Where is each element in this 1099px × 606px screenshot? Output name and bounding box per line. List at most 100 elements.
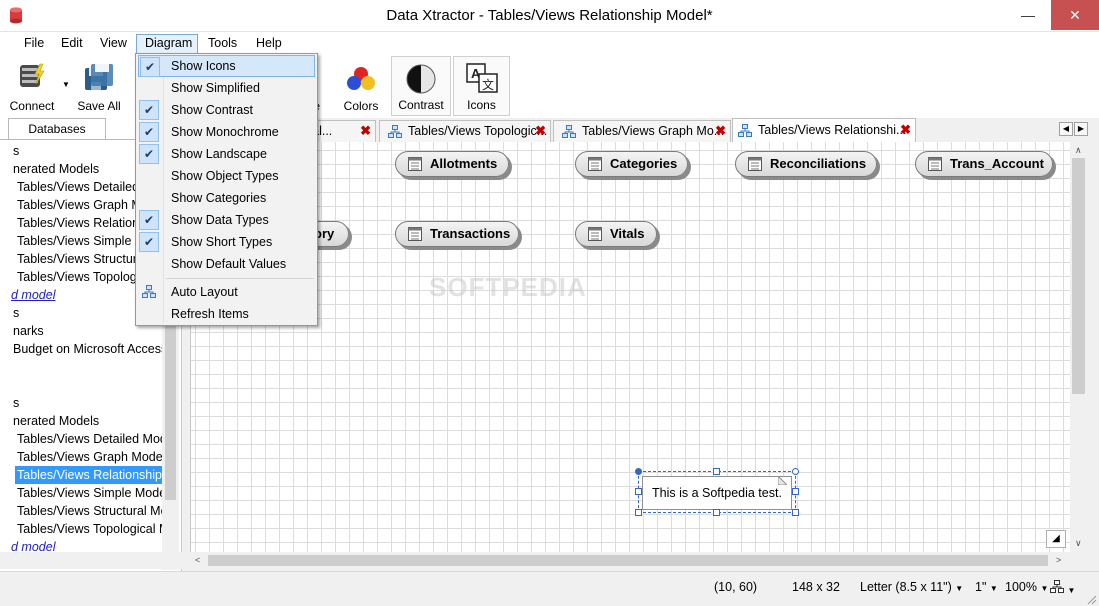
- tree-item[interactable]: Tables/Views Topolog: [0, 268, 137, 286]
- menu-item-label: Show Monochrome: [171, 125, 279, 139]
- entity-reconciliations[interactable]: Reconciliations: [735, 151, 877, 177]
- overview-toggle-icon[interactable]: ◢: [1046, 530, 1066, 548]
- menu-view[interactable]: View: [92, 34, 135, 54]
- menu-help[interactable]: Help: [248, 34, 290, 54]
- save-all-button[interactable]: Save All: [72, 56, 126, 116]
- tree-item[interactable]: [0, 376, 13, 394]
- databases-tab[interactable]: Databases: [8, 118, 106, 140]
- note-anchor-handle[interactable]: [635, 468, 642, 475]
- menu-tools[interactable]: Tools: [200, 34, 245, 54]
- close-tab-icon[interactable]: ✖: [715, 121, 726, 141]
- connect-dropdown-arrow-icon[interactable]: ▼: [62, 80, 70, 89]
- tab-topological[interactable]: Tables/Views Topologic... ✖: [379, 120, 551, 142]
- entity-vitals[interactable]: Vitals: [575, 221, 657, 247]
- canvas-hscroll-thumb[interactable]: [208, 555, 1048, 566]
- menu-item-show-categories[interactable]: Show Categories: [138, 187, 315, 209]
- tree-item[interactable]: Tables/Views Relationship M: [15, 466, 162, 484]
- entity-allotments[interactable]: Allotments: [395, 151, 509, 177]
- tab-graph[interactable]: Tables/Views Graph Mo... ✖: [553, 120, 731, 142]
- connect-button[interactable]: ▼ Connect: [6, 56, 70, 116]
- tree-item[interactable]: Tables/Views Simple Model: [0, 484, 162, 502]
- resize-handle[interactable]: [635, 488, 642, 495]
- tab-label: Tables/Views Graph Mo...: [582, 124, 725, 138]
- menu-item-show-simplified[interactable]: Show Simplified: [138, 77, 315, 99]
- zoom-value: 100%: [1005, 580, 1037, 594]
- tree-item[interactable]: Tables/Views Structura: [0, 250, 144, 268]
- menu-item-auto-layout[interactable]: Auto Layout: [138, 281, 315, 303]
- menu-item-show-data-types[interactable]: ✔ Show Data Types: [138, 209, 315, 231]
- menu-item-show-object-types[interactable]: Show Object Types: [138, 165, 315, 187]
- resize-handle[interactable]: [713, 509, 720, 516]
- diagram-canvas[interactable]: Allotments Categories Reconciliations Tr…: [190, 142, 1070, 552]
- tree-item[interactable]: nerated Models: [0, 412, 99, 430]
- canvas-vertical-scrollbar[interactable]: ∧ ∨: [1070, 142, 1087, 552]
- menu-item-show-contrast[interactable]: ✔ Show Contrast: [138, 99, 315, 121]
- resize-handle[interactable]: [792, 468, 799, 475]
- contrast-label: Contrast: [398, 98, 444, 112]
- diagram-icon: [388, 125, 402, 138]
- scroll-up-arrow-icon[interactable]: ∧: [1075, 145, 1082, 156]
- menu-item-show-landscape[interactable]: ✔ Show Landscape: [138, 143, 315, 165]
- softpedia-watermark: SOFTPEDIA: [429, 272, 587, 302]
- tree-item[interactable]: Tables/Views Graph M: [0, 196, 142, 214]
- menu-item-show-icons[interactable]: ✔ Show Icons: [138, 55, 315, 77]
- tree-item[interactable]: nerated Models: [0, 160, 99, 178]
- menu-item-label: Show Icons: [171, 59, 236, 73]
- resize-handle[interactable]: [792, 509, 799, 516]
- menu-item-show-default-values[interactable]: Show Default Values: [138, 253, 315, 275]
- tree-item[interactable]: d model: [0, 286, 55, 304]
- tree-item[interactable]: narks: [0, 322, 44, 340]
- tree-horizontal-scrollbar[interactable]: [0, 552, 182, 569]
- close-tab-icon[interactable]: ✖: [535, 121, 546, 141]
- tree-item[interactable]: Tables/Views Detailed Mod: [0, 430, 162, 448]
- entity-categories[interactable]: Categories: [575, 151, 688, 177]
- tree-item[interactable]: Tables/Views Topological M: [0, 520, 162, 538]
- tree-item[interactable]: s: [0, 142, 19, 160]
- tree-item[interactable]: s: [0, 394, 19, 412]
- tree-item[interactable]: Tables/Views Detailed: [0, 178, 139, 196]
- tree-item[interactable]: Tables/Views Graph Model: [0, 448, 162, 466]
- menu-file[interactable]: File: [16, 34, 52, 54]
- tree-item[interactable]: Tables/Views Relations: [0, 214, 145, 232]
- canvas-vscroll-thumb[interactable]: [1072, 158, 1085, 394]
- tree-item[interactable]: s: [0, 304, 19, 322]
- entity-transactions[interactable]: Transactions: [395, 221, 519, 247]
- contrast-button[interactable]: Contrast: [391, 56, 451, 116]
- layout-dropdown[interactable]: ▼: [1050, 580, 1075, 596]
- minimize-button[interactable]: —: [1005, 0, 1051, 30]
- tree-item[interactable]: [0, 358, 13, 376]
- canvas-horizontal-scrollbar[interactable]: < >: [190, 552, 1070, 569]
- tree-scroll-thumb[interactable]: [165, 320, 176, 500]
- menu-item-show-monochrome[interactable]: ✔ Show Monochrome: [138, 121, 315, 143]
- grid-size-dropdown[interactable]: 1" ▼: [975, 580, 998, 594]
- menu-item-show-short-types[interactable]: ✔ Show Short Types: [138, 231, 315, 253]
- menu-edit[interactable]: Edit: [53, 34, 91, 54]
- resize-handle[interactable]: [635, 509, 642, 516]
- tree-item[interactable]: Tables/Views Simple M: [0, 232, 145, 250]
- tab-scroll-right-icon[interactable]: ▶: [1074, 122, 1088, 136]
- close-tab-icon[interactable]: ✖: [360, 121, 371, 141]
- entity-trans-account[interactable]: Trans_Account: [915, 151, 1053, 177]
- tree-item[interactable]: Budget on Microsoft Access: [0, 340, 162, 358]
- note-box[interactable]: This is a Softpedia test.: [642, 476, 792, 510]
- resize-handle[interactable]: [713, 468, 720, 475]
- paper-size-dropdown[interactable]: Letter (8.5 x 11") ▼: [860, 580, 963, 594]
- scroll-right-arrow-icon[interactable]: >: [1056, 555, 1061, 565]
- entity-label: Reconciliations: [770, 156, 867, 171]
- tab-relationship[interactable]: Tables/Views Relationshi... ✖: [732, 118, 916, 142]
- scroll-down-arrow-icon[interactable]: ∨: [1075, 538, 1082, 549]
- menu-item-refresh-items[interactable]: Refresh Items: [138, 303, 315, 325]
- colors-button[interactable]: Colors: [336, 56, 386, 116]
- resize-handle[interactable]: [792, 488, 799, 495]
- scroll-left-arrow-icon[interactable]: <: [195, 555, 200, 565]
- connect-label: Connect: [9, 99, 55, 113]
- close-tab-icon[interactable]: ✖: [900, 119, 911, 141]
- svg-text:文: 文: [482, 77, 494, 92]
- icons-button[interactable]: A 文 Icons: [453, 56, 510, 116]
- resize-grip-icon[interactable]: [1086, 594, 1097, 605]
- tree-item[interactable]: Tables/Views Structural Mo: [0, 502, 162, 520]
- zoom-dropdown[interactable]: 100% ▼: [1005, 580, 1048, 594]
- menu-diagram[interactable]: Diagram: [136, 34, 198, 54]
- tab-scroll-left-icon[interactable]: ◀: [1059, 122, 1073, 136]
- close-window-button[interactable]: ✕: [1051, 0, 1099, 30]
